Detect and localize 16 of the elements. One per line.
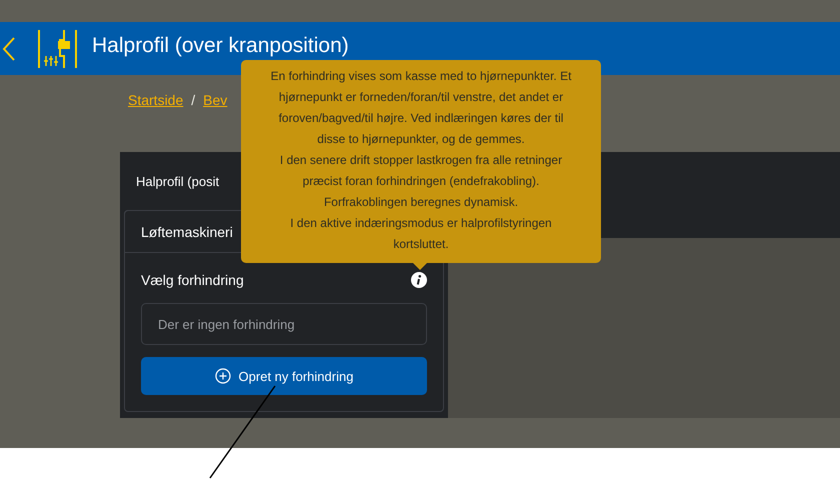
- tooltip-text: Forfrakoblingen beregnes dynamisk.: [322, 194, 520, 211]
- panel-title: Halprofil (posit: [136, 174, 220, 188]
- obstacle-field[interactable]: Der er ingen forhindring: [141, 303, 427, 345]
- plus-circle-icon: [214, 368, 231, 384]
- tooltip-text: En forhindring vises som kasse med to hjørnepunkter. Et hjørnepunkt er forneden/foran/til venstre, det andet er foroven/bagved/til højre. Ved indlæringen køres der til disse to hjørnepunkter, og de gemmes.: [270, 68, 572, 148]
- tooltip-text: I den senere drift stopper lastkrogen fra alle retninger præcist foran forhindringen (endefrakobling).: [278, 152, 564, 190]
- create-obstacle-button[interactable]: Opret ny forhindring: [141, 357, 427, 395]
- field-label: Vælg forhindring: [141, 272, 244, 288]
- profile-logo-icon: [36, 28, 78, 70]
- breadcrumb-link[interactable]: Startside: [128, 92, 184, 108]
- page-title: Halprofil (over kranposition): [92, 34, 349, 58]
- breadcrumb-separator: /: [191, 92, 196, 108]
- back-icon[interactable]: [2, 34, 16, 62]
- info-icon[interactable]: [411, 272, 427, 288]
- breadcrumb-link[interactable]: Bev: [203, 92, 228, 108]
- tooltip-text: I den aktive indæringsmodus er halprofilstyringen kortsluttet.: [289, 215, 553, 253]
